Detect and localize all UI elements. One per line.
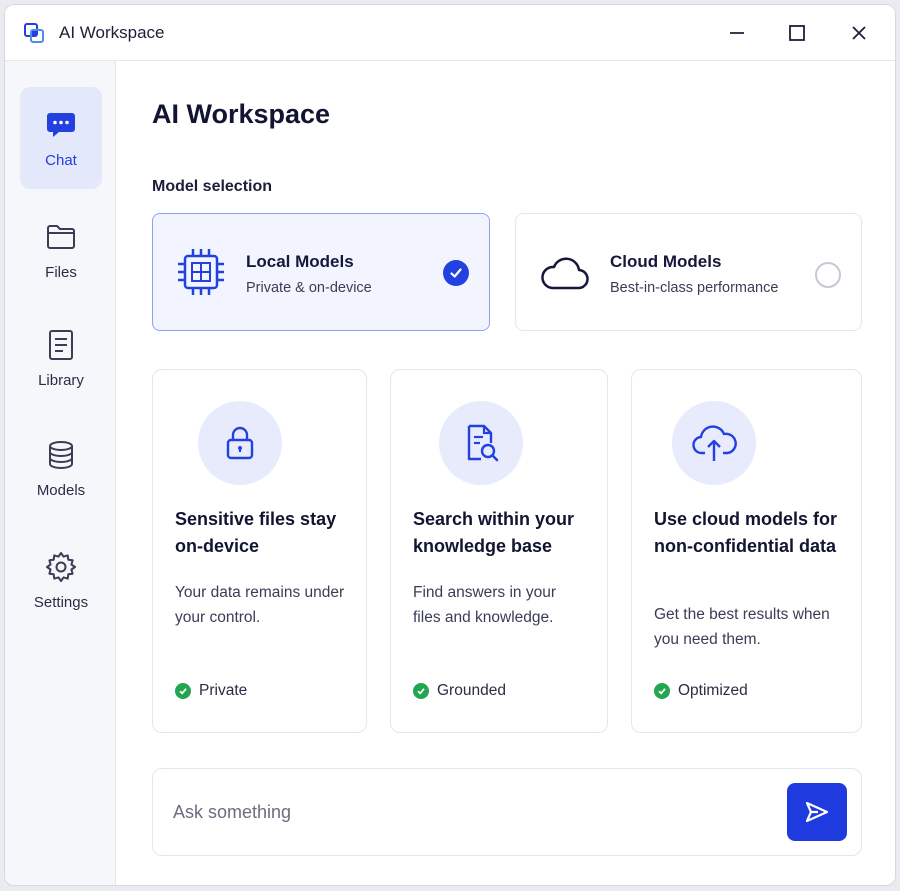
document-search-icon <box>467 424 499 462</box>
status-badge-label: Private <box>199 682 248 699</box>
model-radio-button[interactable] <box>815 262 841 288</box>
status-badge: Optimized <box>654 682 748 700</box>
database-icon <box>49 440 73 469</box>
cloud-upload-icon <box>692 425 737 461</box>
sidebar-item-label: Files <box>45 263 77 281</box>
app-logo-icon <box>23 22 45 44</box>
ask-bar <box>152 768 862 856</box>
check-circle-icon <box>175 683 191 699</box>
close-icon <box>852 26 866 40</box>
status-badge-label: Optimized <box>678 682 748 699</box>
feature-title: Use cloud models for non-confidential da… <box>654 509 838 556</box>
title-bar: AI Workspace <box>5 5 895 61</box>
feature-card-private: Sensitive files stay on-device Your data… <box>152 369 367 733</box>
maximize-icon <box>789 25 805 41</box>
feature-card-search: Search within your knowledge base Find a… <box>390 369 608 733</box>
maximize-button[interactable] <box>783 19 811 47</box>
feature-description: Your data remains under your control. <box>175 584 345 626</box>
main-content: AI Workspace Model selection Local Model… <box>117 61 895 885</box>
sidebar-item-settings[interactable]: Settings <box>20 529 102 631</box>
feature-icon-badge <box>439 401 523 485</box>
status-badge: Private <box>175 682 247 700</box>
feature-title: Search within your knowledge base <box>413 509 575 556</box>
lock-icon <box>226 426 254 460</box>
section-label: Model selection <box>152 178 273 195</box>
window-title: AI Workspace <box>59 23 165 42</box>
check-circle-icon <box>413 683 429 699</box>
feature-title: Sensitive files stay on-device <box>175 509 337 556</box>
page-title: AI Workspace <box>152 99 331 129</box>
check-circle-icon <box>654 683 670 699</box>
sidebar-item-label: Chat <box>45 151 77 169</box>
sidebar-item-label: Settings <box>33 593 89 611</box>
sidebar-item-chat[interactable]: Chat <box>20 87 102 189</box>
sidebar: Chat Files Library Models Settings <box>5 61 116 885</box>
feature-card-cloud: Use cloud models for non-confidential da… <box>631 369 862 733</box>
minimize-button[interactable] <box>723 19 751 47</box>
model-option-local[interactable]: Local Models Private & on-device <box>152 213 490 331</box>
model-description: Private & on-device <box>246 280 372 296</box>
cloud-icon <box>541 257 589 290</box>
chat-bubble-icon <box>47 112 75 137</box>
send-icon <box>805 801 829 823</box>
sidebar-item-library[interactable]: Library <box>20 307 102 409</box>
status-badge: Grounded <box>413 682 506 700</box>
model-description: Best-in-class performance <box>610 280 779 296</box>
gear-icon <box>46 551 76 582</box>
sidebar-item-label: Models <box>36 481 86 499</box>
sidebar-item-label: Library <box>38 371 84 389</box>
feature-icon-badge <box>672 401 756 485</box>
selected-check-icon <box>443 260 469 286</box>
feature-description: Find answers in your files and knowledge… <box>413 584 557 626</box>
sidebar-item-models[interactable]: Models <box>20 417 102 519</box>
model-name: Local Models <box>246 252 354 271</box>
model-name: Cloud Models <box>610 252 722 271</box>
send-button[interactable] <box>787 783 847 841</box>
document-icon <box>49 329 73 360</box>
folder-icon <box>47 224 75 249</box>
app-window: AI Workspace Chat Files Library Models S… <box>4 4 896 886</box>
feature-description: Get the best results when you need them. <box>654 606 830 648</box>
minimize-icon <box>730 32 744 34</box>
model-option-cloud[interactable]: Cloud Models Best-in-class performance <box>515 213 862 331</box>
close-button[interactable] <box>845 19 873 47</box>
status-badge-label: Grounded <box>437 682 506 699</box>
chip-icon <box>178 249 224 295</box>
ask-input[interactable] <box>173 795 753 829</box>
sidebar-item-files[interactable]: Files <box>20 199 102 301</box>
feature-icon-badge <box>198 401 282 485</box>
